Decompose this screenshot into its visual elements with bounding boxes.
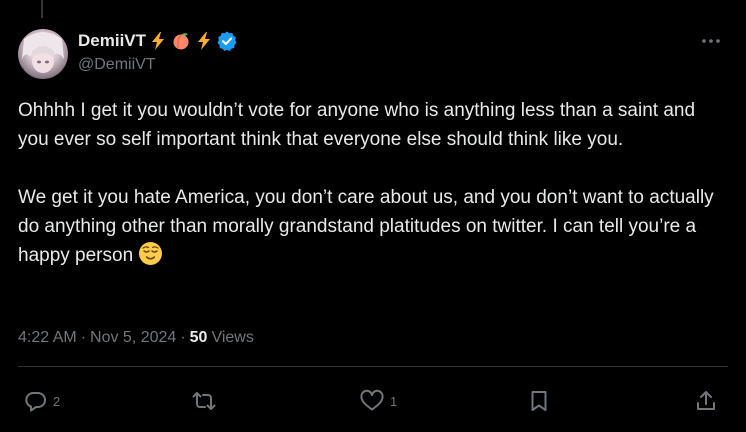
tweet-paragraph: We get it you hate America, you don’t ca… — [18, 183, 730, 275]
tweet-paragraph: Ohhhh I get it you wouldn’t vote for any… — [18, 100, 696, 150]
repost-icon — [192, 392, 216, 410]
relieved-face-emoji-icon — [138, 241, 163, 275]
tweet: DemiiVT @DemiiVT Ohhhh I get it you woul… — [0, 0, 746, 432]
tweet-metadata: 4:22 AM · Nov 5, 2024 · 50 Views — [18, 329, 254, 347]
display-name[interactable]: DemiiVT — [78, 31, 146, 51]
avatar[interactable] — [18, 29, 68, 79]
name-row: DemiiVT — [78, 30, 238, 52]
views-count: 50 — [189, 329, 208, 346]
verified-badge-icon[interactable] — [216, 30, 238, 52]
heart-icon — [360, 389, 384, 411]
reply-icon — [25, 392, 46, 412]
tweet-date[interactable]: Nov 5, 2024 — [90, 329, 176, 347]
lightning-icon — [193, 30, 215, 52]
repost-button[interactable] — [191, 384, 222, 418]
divider — [18, 366, 728, 367]
views-label: Views — [211, 329, 254, 346]
like-button[interactable]: 1 — [359, 384, 397, 418]
tweet-time[interactable]: 4:22 AM — [18, 329, 77, 347]
action-bar: 2 1 — [0, 384, 746, 418]
share-button[interactable] — [694, 384, 718, 418]
user-handle[interactable]: @DemiiVT — [78, 56, 156, 74]
thread-line — [41, 0, 43, 18]
more-options-icon[interactable] — [700, 31, 722, 51]
lightning-icon — [147, 30, 169, 52]
peach-icon — [170, 30, 192, 52]
bookmark-icon — [531, 391, 547, 411]
share-icon — [697, 391, 715, 410]
separator: · — [80, 329, 87, 346]
reply-button[interactable]: 2 — [24, 384, 60, 418]
bookmark-button[interactable] — [527, 384, 551, 418]
separator: · — [180, 329, 186, 346]
tweet-text: Ohhhh I get it you wouldn’t vote for any… — [18, 96, 730, 275]
like-count: 1 — [390, 393, 398, 409]
reply-count: 2 — [53, 393, 61, 409]
